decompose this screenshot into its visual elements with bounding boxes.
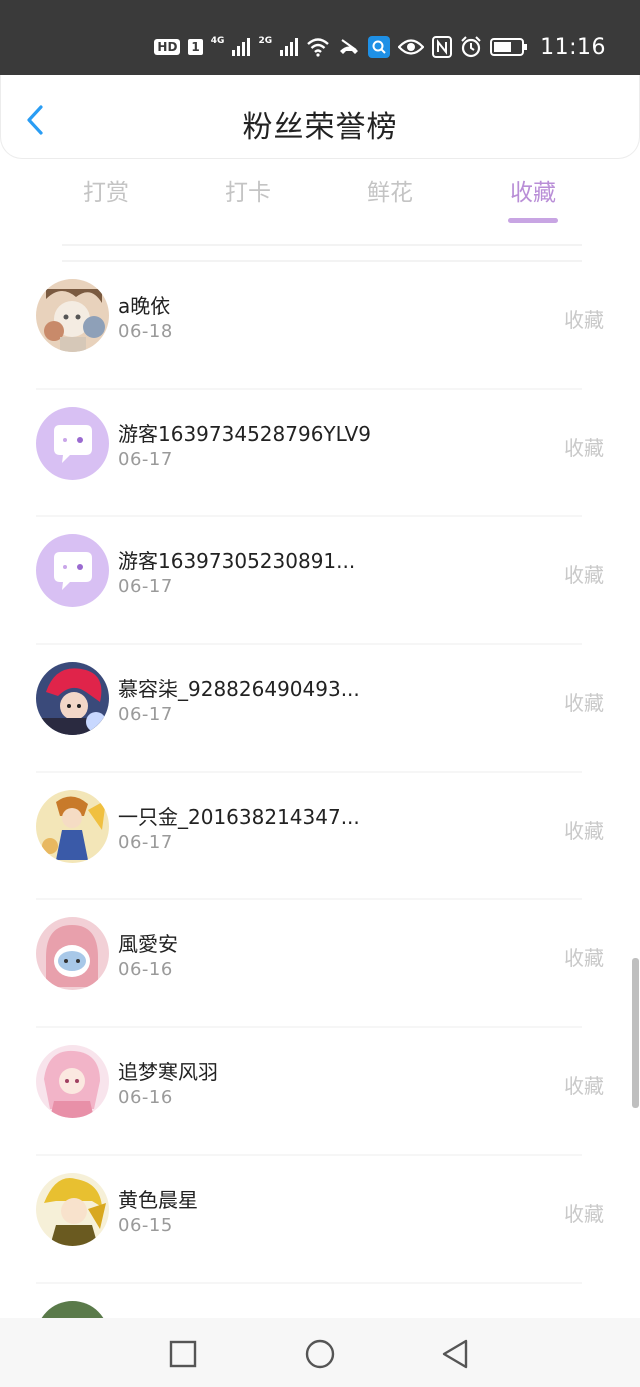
date: 06-16 (118, 1087, 173, 1109)
list-item[interactable]: 追梦寒风羽 06-16 收藏 (0, 1028, 632, 1156)
list-item[interactable]: a晚依 06-18 收藏 (0, 262, 632, 390)
list-item[interactable]: 慕容柒_928826490493... 06-17 收藏 (0, 645, 632, 773)
action-type: 收藏 (564, 818, 604, 843)
list-item[interactable]: 一只金_201638214347... 06-17 收藏 (0, 773, 632, 901)
avatar[interactable] (36, 406, 109, 480)
avatar[interactable] (36, 1300, 109, 1318)
wifi-icon (307, 38, 329, 57)
date: 06-15 (118, 1214, 173, 1236)
signal-icon-2 (280, 38, 299, 56)
search-app-icon (368, 36, 391, 58)
battery-icon (490, 38, 528, 56)
triangle-back-icon (442, 1339, 468, 1369)
date: 06-17 (118, 576, 173, 598)
list-item[interactable]: 黄色晨星 06-15 收藏 (0, 1156, 632, 1284)
avatar[interactable] (36, 279, 109, 352)
nfc-icon (432, 36, 453, 58)
tab-label: 鲜花 (367, 180, 413, 206)
network-4g-label: 4G (210, 36, 225, 46)
status-icons: HD 1 4G 2G 11:16 (154, 32, 606, 62)
date: 06-17 (118, 704, 173, 726)
action-type: 收藏 (564, 435, 604, 460)
avatar[interactable] (36, 1172, 109, 1246)
avatar[interactable] (36, 917, 109, 991)
square-icon (169, 1340, 197, 1368)
date: 06-18 (118, 321, 173, 342)
system-nav-bar (0, 1318, 640, 1387)
user-name: 一只金_201638214347... (118, 804, 360, 829)
action-type: 收藏 (564, 1201, 604, 1226)
avatar[interactable] (36, 534, 109, 608)
avatar[interactable] (36, 662, 109, 736)
user-name: 黄色晨星 (118, 1187, 198, 1212)
call-muted-icon (340, 39, 359, 54)
list-item[interactable] (0, 1284, 632, 1318)
tab-bar: 打赏 打卡 鲜花 收藏 (36, 170, 604, 230)
action-type: 收藏 (564, 691, 604, 716)
avatar[interactable] (36, 789, 109, 863)
user-name: 追梦寒风羽 (118, 1060, 218, 1085)
fan-list[interactable]: a晚依 06-18 收藏 游客1639734528796YLV9 06-17 收… (0, 262, 632, 1318)
status-bar: HD 1 4G 2G 11:16 (0, 0, 640, 75)
alarm-icon (461, 36, 481, 58)
back-nav-button[interactable] (438, 1336, 474, 1372)
tab-label: 打赏 (83, 180, 129, 206)
page-title: 粉丝荣誉榜 (242, 110, 398, 145)
tab-favorites[interactable]: 收藏 (483, 170, 583, 223)
date: 06-17 (118, 831, 173, 853)
tab-label: 打卡 (225, 180, 271, 206)
home-button[interactable] (302, 1336, 338, 1372)
header: 粉丝荣誉榜 (0, 75, 640, 159)
divider (62, 244, 582, 246)
user-name: 慕容柒_928826490493... (118, 677, 360, 702)
list-item[interactable]: 游客16397305230891... 06-17 收藏 (0, 517, 632, 646)
user-name: 游客16397305230891... (118, 549, 356, 574)
list-item[interactable]: 游客1639734528796YLV9 06-17 收藏 (0, 390, 632, 518)
signal-icon (232, 38, 251, 56)
date: 06-16 (118, 959, 173, 981)
date: 06-17 (118, 448, 173, 470)
action-type: 收藏 (564, 563, 604, 588)
scrollbar[interactable] (632, 958, 639, 1108)
action-type: 收藏 (564, 946, 604, 971)
tab-label: 收藏 (510, 180, 556, 206)
hd-badge: HD (154, 39, 181, 55)
clock: 11:16 (540, 34, 606, 60)
tab-checkin[interactable]: 打卡 (198, 170, 298, 216)
tab-tip[interactable]: 打赏 (56, 170, 156, 216)
page: HD 1 4G 2G 11:16 粉丝荣誉榜 打赏 打卡 鲜花 收藏 a晚依 0… (0, 0, 640, 1387)
network-2g-label: 2G (258, 36, 273, 46)
action-type: 收藏 (564, 308, 604, 332)
circle-icon (305, 1339, 335, 1369)
eye-icon (398, 39, 425, 55)
user-name: 風愛安 (118, 932, 178, 957)
avatar[interactable] (36, 1045, 109, 1119)
action-type: 收藏 (564, 1074, 604, 1099)
user-name: 游客1639734528796YLV9 (118, 421, 371, 446)
recent-apps-button[interactable] (165, 1336, 201, 1372)
tab-active-indicator (508, 218, 558, 223)
user-name: a晚依 (118, 294, 171, 318)
sim-badge: 1 (188, 39, 203, 55)
tab-flowers[interactable]: 鲜花 (340, 170, 440, 216)
list-item[interactable]: 風愛安 06-16 收藏 (0, 900, 632, 1029)
